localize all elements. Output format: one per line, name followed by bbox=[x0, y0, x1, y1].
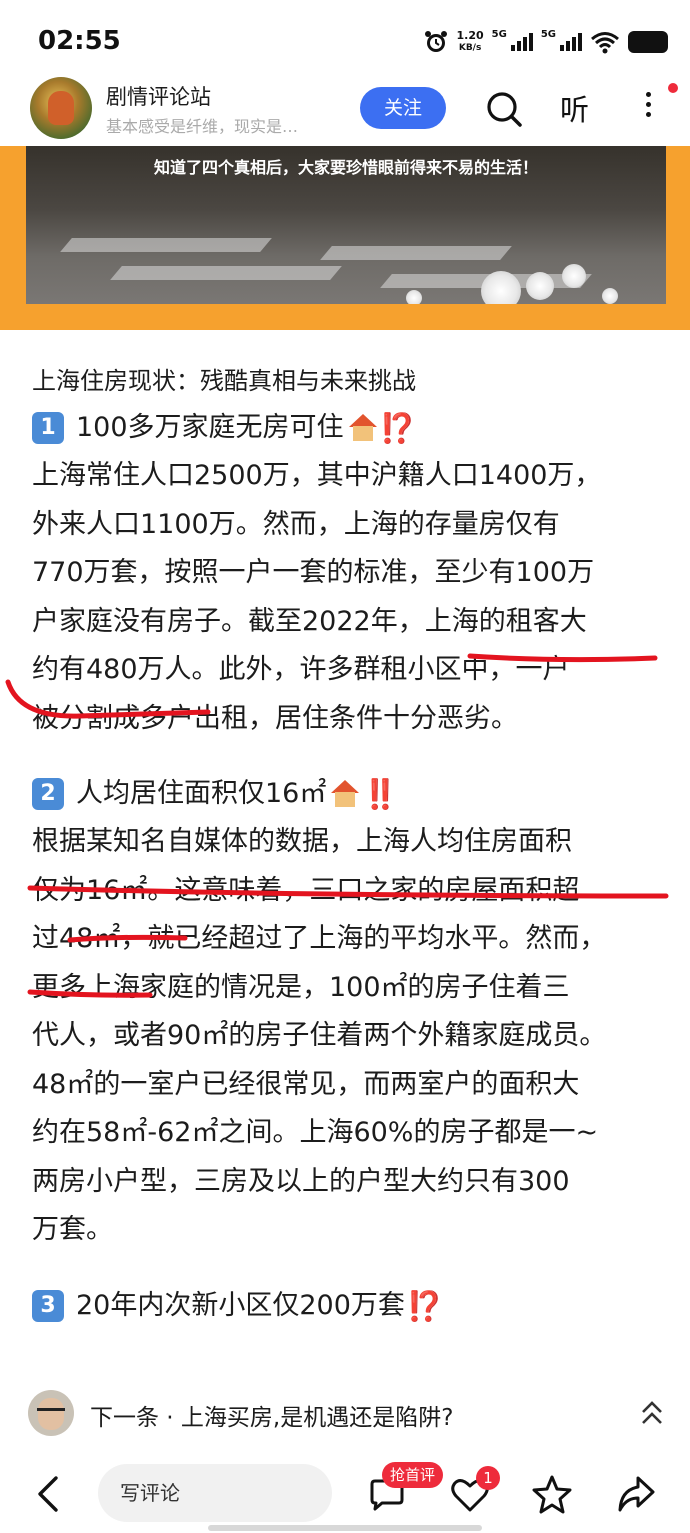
paragraph-line: 仅为16㎡。这意味着，三口之家的房屋面积超 bbox=[32, 874, 580, 906]
paragraph-line: 48㎡的一室户已经很常见，而两室户的面积大 bbox=[32, 1068, 580, 1100]
flower-decoration bbox=[406, 290, 422, 304]
section-title: 100多万家庭无房可住 bbox=[76, 412, 344, 443]
paragraph-line: 两房小户型，三房及以上的户型大约只有300 bbox=[32, 1165, 570, 1197]
paragraph: 根据某知名自媒体的数据，上海人均住房面积 仅为16㎡。这意味着，三口之家的房屋面… bbox=[32, 818, 672, 1255]
bottom-toolbar: 写评论 抢首评 1 bbox=[0, 1452, 690, 1533]
keycap-number-icon: 1 bbox=[32, 412, 64, 444]
account-avatar[interactable] bbox=[30, 77, 92, 139]
paragraph-line: 代人，或者90㎡的房子住着两个外籍家庭成员。 bbox=[32, 1020, 607, 1051]
paragraph-line: 上海常住人口2500万，其中沪籍人口1400万， bbox=[32, 460, 602, 491]
section-heading: 3 20年内次新小区仅200万套 ⁉️ bbox=[32, 1282, 672, 1330]
house-icon bbox=[330, 780, 360, 808]
account-name[interactable]: 剧情评论站 bbox=[106, 81, 211, 111]
paragraph-line: 过48㎡，就已经超过了上海的平均水平。然而， bbox=[32, 923, 607, 954]
section-title: 20年内次新小区仅200万套 bbox=[76, 1289, 405, 1321]
section-emoji: ⁉️ bbox=[379, 411, 416, 445]
follow-button[interactable]: 关注 bbox=[360, 87, 446, 129]
flower-decoration bbox=[526, 272, 554, 300]
article-header: 剧情评论站 基本感受是纤维，现实是… 关注 听 bbox=[0, 75, 690, 145]
paragraph: 上海常住人口2500万，其中沪籍人口1400万， 外来人口1100万。然而，上海… bbox=[32, 452, 672, 743]
chevron-up-icon[interactable] bbox=[640, 1398, 664, 1430]
status-bar: 02:55 1.20 KB/s 5G 5G bbox=[0, 0, 690, 80]
back-icon[interactable] bbox=[34, 1474, 64, 1514]
home-indicator bbox=[208, 1525, 482, 1531]
listen-button[interactable]: 听 bbox=[560, 87, 589, 129]
next-author-avatar bbox=[28, 1390, 74, 1436]
alarm-icon bbox=[424, 31, 447, 52]
paragraph-line: 约在58㎡-62㎡之间。上海60%的房子都是一~ bbox=[32, 1117, 599, 1148]
battery-icon bbox=[628, 31, 668, 53]
search-icon[interactable] bbox=[484, 89, 524, 129]
signal-icon bbox=[560, 33, 582, 51]
keycap-number-icon: 2 bbox=[32, 778, 64, 810]
paragraph-line: 约有480万人。此外，许多群租小区中，一户 bbox=[32, 654, 570, 685]
paragraph-line: 更多上海家庭的情况是，100㎡的房子住着三 bbox=[32, 971, 570, 1003]
paragraph-line: 户家庭没有房子。截至2022年，上海的租客大 bbox=[32, 605, 587, 637]
star-icon[interactable] bbox=[532, 1474, 572, 1514]
flower-decoration bbox=[481, 271, 521, 304]
article-title: 上海住房现状：残酷真相与未来挑战 bbox=[32, 367, 416, 395]
flower-decoration bbox=[602, 288, 618, 304]
paragraph-line: 外来人口1100万。然而，上海的存量房仅有 bbox=[32, 508, 560, 540]
comment-input[interactable]: 写评论 bbox=[98, 1464, 332, 1522]
wifi-icon bbox=[591, 32, 619, 54]
paragraph-line: 根据某知名自媒体的数据，上海人均住房面积 bbox=[32, 826, 572, 857]
paragraph-line: 被分割成多户出租，居住条件十分恶劣。 bbox=[32, 702, 518, 734]
video-thumbnail[interactable]: 知道了四个真相后，大家要珍惜眼前得来不易的生活！ bbox=[26, 146, 666, 304]
notification-dot bbox=[668, 83, 678, 93]
status-time: 02:55 bbox=[38, 26, 121, 56]
section-heading: 2 人均居住面积仅16㎡ ‼️ bbox=[32, 770, 672, 818]
section-emoji: ⁉️ bbox=[406, 1288, 444, 1323]
section-emoji: ‼️ bbox=[362, 777, 399, 811]
article-body: 上海住房现状：残酷真相与未来挑战 1 100多万家庭无房可住 ⁉️ 上海常住人口… bbox=[32, 358, 672, 1330]
first-comment-badge: 抢首评 bbox=[382, 1462, 444, 1488]
like-count-badge: 1 bbox=[476, 1466, 500, 1490]
flower-decoration bbox=[562, 264, 586, 288]
video-banner[interactable]: 知道了四个真相后，大家要珍惜眼前得来不易的生活！ bbox=[0, 146, 690, 330]
signal-icon bbox=[510, 33, 533, 51]
banner-caption: 知道了四个真相后，大家要珍惜眼前得来不易的生活！ bbox=[153, 158, 538, 177]
status-icons: 1.20 KB/s 5G 5G bbox=[423, 26, 668, 58]
share-icon[interactable] bbox=[616, 1474, 656, 1514]
paragraph-line: 万套。 bbox=[32, 1214, 113, 1245]
section-heading: 1 100多万家庭无房可住 ⁉️ bbox=[32, 404, 672, 452]
signal-type-2: 5G bbox=[540, 28, 556, 40]
account-description: 基本感受是纤维，现实是… bbox=[106, 117, 299, 136]
keycap-number-icon: 3 bbox=[32, 1289, 64, 1322]
section-title: 人均居住面积仅16㎡ bbox=[76, 778, 327, 809]
more-icon[interactable] bbox=[640, 87, 656, 131]
net-speed: 1.20 KB/s bbox=[457, 30, 484, 54]
paragraph-line: 770万套，按照一户一套的标准，至少有100万 bbox=[32, 557, 595, 588]
next-article-title[interactable]: 下一条 · 上海买房,是机遇还是陷阱? bbox=[90, 1398, 453, 1432]
net-speed-value: 1.20 bbox=[456, 29, 484, 42]
signal-type-1: 5G bbox=[491, 28, 507, 40]
next-article-bar[interactable]: 下一条 · 上海买房,是机遇还是陷阱? bbox=[0, 1376, 690, 1452]
house-icon bbox=[348, 414, 378, 442]
net-speed-unit: KB/s bbox=[458, 43, 482, 53]
